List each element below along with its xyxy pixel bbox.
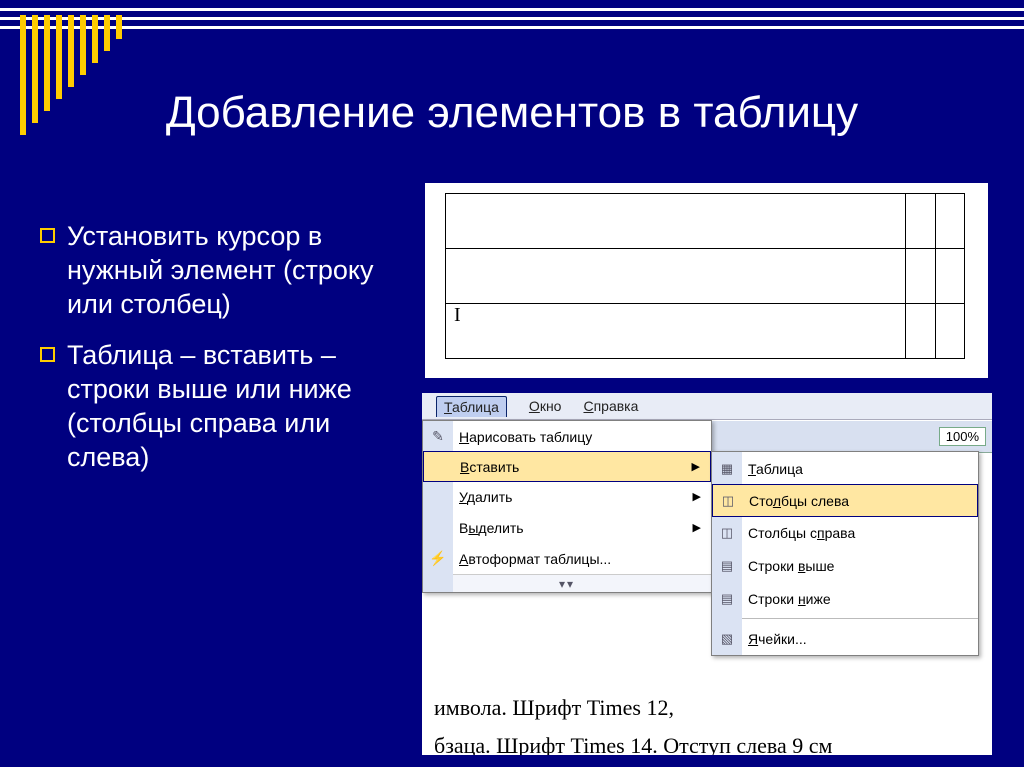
decor-hbar bbox=[0, 26, 1024, 29]
menu-item[interactable]: Выделить ▶ bbox=[423, 512, 711, 543]
bullet-item: Таблица – вставить – строки выше или ниж… bbox=[40, 339, 400, 474]
table-icon: ▦ bbox=[716, 461, 738, 477]
cursor-cell[interactable]: I bbox=[446, 304, 906, 359]
slide-title: Добавление элементов в таблицу bbox=[0, 88, 1024, 138]
menu-item-label: Строки ниже bbox=[748, 591, 831, 607]
submenu-arrow-icon: ▶ bbox=[693, 521, 701, 534]
word-screenshot: Таблица Окно Справка ✎ ▦ ▤ 📄 ¶ 100% имво… bbox=[422, 393, 992, 755]
doc-text-fragment: бзаца. Шрифт Times 14. Отступ слева 9 см bbox=[434, 733, 980, 755]
menu-item-label: Таблица bbox=[748, 461, 803, 477]
autofmt-icon: ⚡ bbox=[427, 550, 449, 567]
menu-item-label: Столбцы слева bbox=[749, 493, 849, 509]
menu-item[interactable]: ▧ Ячейки... bbox=[712, 622, 978, 655]
sample-table-panel: I bbox=[425, 183, 988, 378]
menubar-item-window[interactable]: Окно bbox=[529, 398, 562, 414]
menubar-item-table[interactable]: Таблица bbox=[436, 396, 507, 417]
decor-hbar bbox=[0, 8, 1024, 11]
menu-item[interactable]: ▤ Строки ниже bbox=[712, 582, 978, 615]
bullet-marker-icon bbox=[40, 347, 55, 362]
menu-item[interactable]: ◫ Столбцы слева bbox=[712, 484, 978, 517]
bullet-item: Установить курсор в нужный элемент (стро… bbox=[40, 220, 400, 321]
menu-item[interactable]: ✎ Нарисовать таблицу bbox=[423, 421, 711, 452]
submenu-arrow-icon: ▶ bbox=[693, 490, 701, 503]
pencil-icon: ✎ bbox=[427, 428, 449, 445]
menu-item-label: Столбцы справа bbox=[748, 525, 855, 541]
decor-hbar bbox=[0, 17, 1024, 20]
col-right-icon: ◫ bbox=[716, 525, 738, 541]
menu-separator bbox=[742, 618, 978, 619]
menu-item-label: Автоформат таблицы... bbox=[459, 551, 611, 567]
row-above-icon: ▤ bbox=[716, 558, 738, 574]
zoom-field[interactable]: 100% bbox=[939, 427, 986, 446]
doc-text-fragment: имвола. Шрифт Times 12, bbox=[434, 695, 980, 721]
menu-item-label: Выделить bbox=[459, 520, 524, 536]
table-row bbox=[446, 194, 965, 249]
menu-item-label: Строки выше bbox=[748, 558, 834, 574]
menu-item[interactable]: ▤ Строки выше bbox=[712, 549, 978, 582]
col-left-icon: ◫ bbox=[717, 493, 739, 509]
bullet-list: Установить курсор в нужный элемент (стро… bbox=[40, 220, 400, 492]
menu-item-label: Удалить bbox=[459, 489, 512, 505]
submenu-arrow-icon: ▶ bbox=[692, 460, 700, 473]
menubar-item-help[interactable]: Справка bbox=[583, 398, 638, 414]
menu-insert-submenu: ▦ Таблица ◫ Столбцы слева ◫ Столбцы справа ▤ Ст… bbox=[711, 451, 979, 656]
table-row bbox=[446, 249, 965, 304]
cells-icon: ▧ bbox=[716, 631, 738, 647]
menu-item[interactable]: ◫ Столбцы справа bbox=[712, 516, 978, 549]
row-below-icon: ▤ bbox=[716, 591, 738, 607]
table-row: I bbox=[446, 304, 965, 359]
sample-table: I bbox=[445, 193, 965, 359]
menubar: Таблица Окно Справка bbox=[422, 393, 992, 420]
bullet-text: Таблица – вставить – строки выше или ниж… bbox=[67, 339, 400, 474]
bullet-marker-icon bbox=[40, 228, 55, 243]
menu-item-label: Ячейки... bbox=[748, 631, 807, 647]
menu-expand-chevron-icon[interactable]: ▾▾ bbox=[423, 574, 711, 592]
menu-item[interactable]: Удалить ▶ bbox=[423, 481, 711, 512]
menu-item-label: Вставить bbox=[460, 459, 519, 475]
menu-item[interactable]: ⚡ Автоформат таблицы... bbox=[423, 543, 711, 574]
menu-table-dropdown: ✎Нарисовать таблицуВставить▶Удалить▶Выде… bbox=[422, 420, 712, 593]
menu-item[interactable]: ▦ Таблица bbox=[712, 452, 978, 485]
bullet-text: Установить курсор в нужный элемент (стро… bbox=[67, 220, 400, 321]
menu-item-label: Нарисовать таблицу bbox=[459, 429, 592, 445]
menu-item[interactable]: Вставить ▶ bbox=[423, 451, 711, 482]
